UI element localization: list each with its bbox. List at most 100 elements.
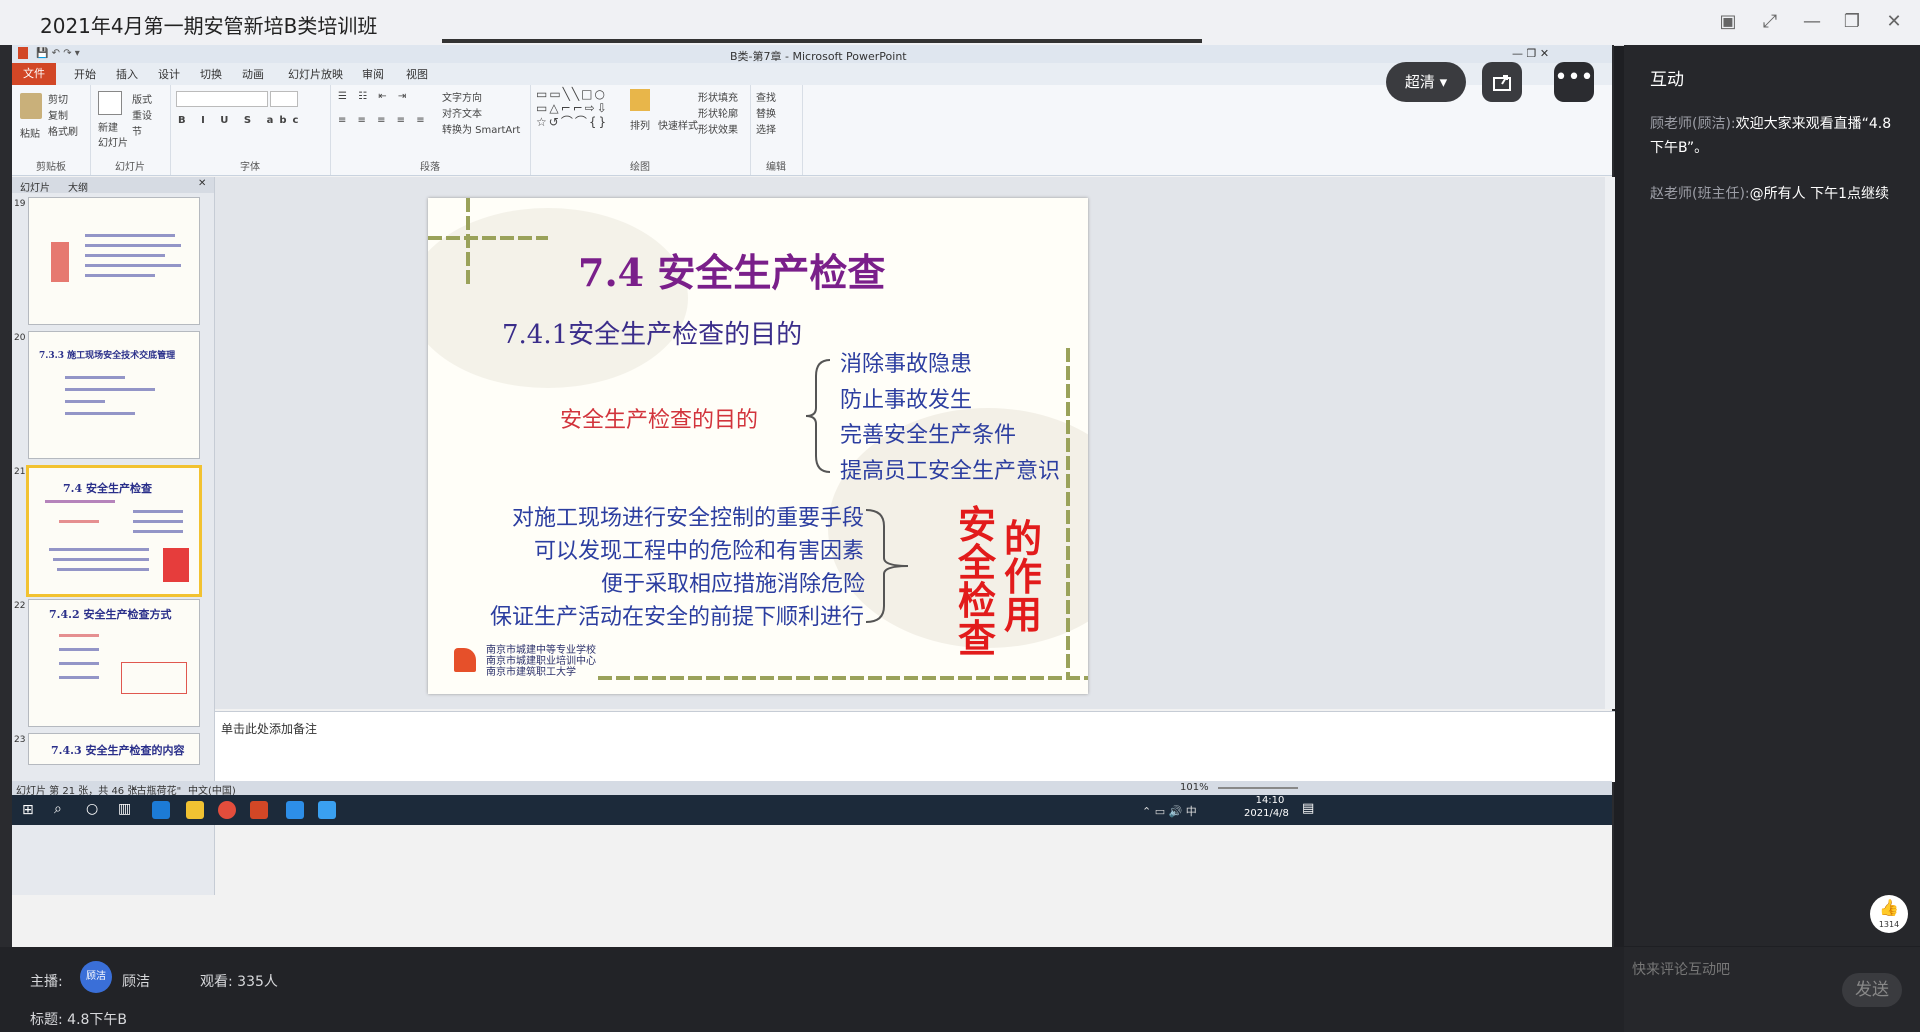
notes-pane[interactable]: 单击此处添加备注 — [215, 711, 1615, 782]
slide-thumbnail[interactable]: 7.3.3 施工现场安全技术交底管理 — [28, 331, 200, 459]
tab-outline[interactable]: 大纲 — [68, 179, 88, 194]
chat-message: 顾老师(顾洁):欢迎大家来观看直播“4.8下午B”。 — [1650, 112, 1900, 160]
new-slide-icon[interactable] — [98, 91, 122, 115]
panel-tabs: 幻灯片 大纲 ✕ — [12, 177, 214, 194]
slide-title: 7.4 安全生产检查 — [578, 250, 886, 295]
thumb-text-line — [59, 634, 99, 637]
tab-design[interactable]: 设计 — [158, 66, 180, 82]
avatar[interactable]: 顾洁 — [80, 961, 112, 993]
format-painter-button[interactable]: 格式刷 — [48, 123, 78, 138]
restore-icon[interactable]: ❐ — [1840, 10, 1864, 34]
start-icon[interactable]: ⊞ — [22, 802, 34, 818]
search-icon[interactable]: ⌕ — [54, 801, 62, 817]
thumb-title: 7.4.3 安全生产检查的内容 — [51, 744, 185, 757]
ppt-window-controls-icon: — ❐ ✕ — [1512, 47, 1550, 60]
font-size-select[interactable] — [270, 91, 298, 107]
tab-file[interactable]: 文件 — [12, 63, 56, 85]
school-line: 南京市建筑职工大学 — [486, 667, 576, 678]
cortana-icon[interactable]: ○ — [86, 801, 98, 817]
close-panel-icon[interactable]: ✕ — [198, 178, 206, 189]
like-icon: 👍 — [1879, 898, 1899, 917]
comment-box: 快来评论互动吧 发送 — [1624, 947, 1920, 1032]
align-text-button[interactable]: 对齐文本 — [442, 105, 482, 120]
tab-animations[interactable]: 动画 — [242, 66, 264, 82]
slide-edit-area: 7.4 安全生产检查 7.4.1安全生产检查的目的 安全生产检查的目的 消除事故… — [215, 177, 1615, 709]
task-view-icon[interactable]: ▥ — [118, 801, 131, 817]
screen-share-bar — [442, 39, 1202, 43]
powerpoint-icon[interactable] — [250, 801, 268, 819]
slide-thumbnail[interactable] — [28, 197, 200, 325]
arrange-icon[interactable] — [630, 89, 650, 111]
ppt-window-title: B类-第7章 - Microsoft PowerPoint — [730, 50, 907, 63]
reset-button[interactable]: 重设 — [132, 107, 152, 122]
shape-fill-button[interactable]: 形状填充 — [698, 89, 738, 104]
tab-insert[interactable]: 插入 — [116, 66, 138, 82]
minimize-icon[interactable]: — — [1800, 10, 1824, 34]
like-count: 1314 — [1878, 920, 1900, 929]
close-icon[interactable]: ✕ — [1882, 10, 1906, 34]
find-button[interactable]: 查找 — [756, 89, 776, 104]
purpose-item: 防止事故发生 — [840, 388, 973, 413]
tab-home[interactable]: 开始 — [74, 66, 96, 82]
zoom-level: 101% — [1180, 782, 1209, 793]
slide-thumbnail[interactable]: 7.4.3 安全生产检查的内容 — [28, 733, 200, 765]
fullscreen-icon[interactable]: ⤢ — [1758, 10, 1782, 34]
cut-button[interactable]: 剪切 — [48, 91, 68, 106]
quick-styles-button[interactable]: 快速样式 — [658, 117, 698, 132]
thumb-text-line — [45, 500, 115, 503]
list-icons[interactable]: ☰ ☷ ⇤ ⇥ — [338, 91, 410, 102]
replace-button[interactable]: 替换 — [756, 105, 776, 120]
explorer-icon[interactable] — [186, 801, 204, 819]
slide-thumbnail[interactable]: 7.4.2 安全生产检查方式 — [28, 599, 200, 727]
chat-text: @所有人 下午1点继续 — [1749, 186, 1889, 202]
app-icon[interactable] — [318, 801, 336, 819]
quality-button[interactable]: 超清 ▾ — [1386, 62, 1466, 102]
shapes-gallery-icon[interactable]: ▭▭╲╲□○ ▭△⌐⌐⇨⇩ ☆↺⌒⌒{} — [536, 87, 609, 129]
text-direction-button[interactable]: 文字方向 — [442, 89, 482, 104]
ribbon: 粘贴 剪切 复制 格式刷 剪贴板 新建 幻灯片 版式 重设 节 幻灯片 B I … — [12, 85, 1612, 176]
layout-button[interactable]: 版式 — [132, 91, 152, 106]
current-slide[interactable]: 7.4 安全生产检查 7.4.1安全生产检查的目的 安全生产检查的目的 消除事故… — [428, 198, 1088, 694]
paste-button[interactable]: 粘贴 — [20, 125, 40, 140]
slide-scrollbar[interactable] — [1605, 177, 1615, 709]
group-clipboard: 粘贴 剪切 复制 格式刷 剪贴板 — [12, 85, 91, 175]
app-icon[interactable] — [286, 801, 304, 819]
tab-transitions[interactable]: 切换 — [200, 66, 222, 82]
tab-slides[interactable]: 幻灯片 — [20, 179, 50, 194]
group-paragraph: ☰ ☷ ⇤ ⇥ ≡ ≡ ≡ ≡ ≡ 文字方向 对齐文本 转换为 SmartArt… — [330, 85, 531, 175]
slide-subtitle: 7.4.1安全生产检查的目的 — [502, 320, 803, 350]
thumb-text-line — [59, 662, 99, 665]
share-button[interactable] — [1482, 62, 1522, 102]
chrome-icon[interactable] — [218, 801, 236, 819]
role-brace — [865, 509, 909, 623]
font-format-icons[interactable]: B I U S abc — [178, 115, 304, 126]
zoom-slider[interactable] — [1218, 787, 1298, 789]
smartart-button[interactable]: 转换为 SmartArt — [442, 121, 520, 136]
more-button[interactable]: ••• — [1554, 62, 1594, 102]
font-name-select[interactable] — [176, 91, 268, 107]
pip-icon[interactable]: ▣ — [1716, 10, 1740, 34]
tray-icons[interactable]: ⌃ ▭ 🔊 中 — [1142, 803, 1197, 819]
align-icons[interactable]: ≡ ≡ ≡ ≡ ≡ — [338, 115, 429, 126]
group-slides: 新建 幻灯片 版式 重设 节 幻灯片 — [90, 85, 171, 175]
send-button[interactable]: 发送 — [1842, 973, 1902, 1007]
like-button[interactable]: 👍 1314 — [1870, 895, 1908, 933]
chat-user: 赵老师(班主任): — [1650, 186, 1750, 202]
tab-slideshow[interactable]: 幻灯片放映 — [288, 66, 343, 82]
group-label: 字体 — [240, 162, 260, 173]
arrange-button[interactable]: 排列 — [630, 117, 650, 132]
section-button[interactable]: 节 — [132, 123, 142, 138]
new-slide-button[interactable]: 新建 幻灯片 — [98, 119, 128, 149]
edge-icon[interactable] — [152, 801, 170, 819]
paste-icon[interactable] — [20, 93, 42, 119]
select-button[interactable]: 选择 — [756, 121, 776, 136]
school-line: 南京市城建职业培训中心 — [486, 656, 596, 667]
copy-button[interactable]: 复制 — [48, 107, 68, 122]
notification-icon[interactable]: ▤ — [1302, 801, 1314, 816]
shape-effects-button[interactable]: 形状效果 — [698, 121, 738, 136]
tab-view[interactable]: 视图 — [406, 66, 428, 82]
slide-thumbnail-selected[interactable]: 7.4 安全生产检查 — [26, 465, 202, 597]
tab-review[interactable]: 审阅 — [362, 66, 384, 82]
comment-input[interactable]: 快来评论互动吧 — [1632, 959, 1802, 979]
shape-outline-button[interactable]: 形状轮廓 — [698, 105, 738, 120]
